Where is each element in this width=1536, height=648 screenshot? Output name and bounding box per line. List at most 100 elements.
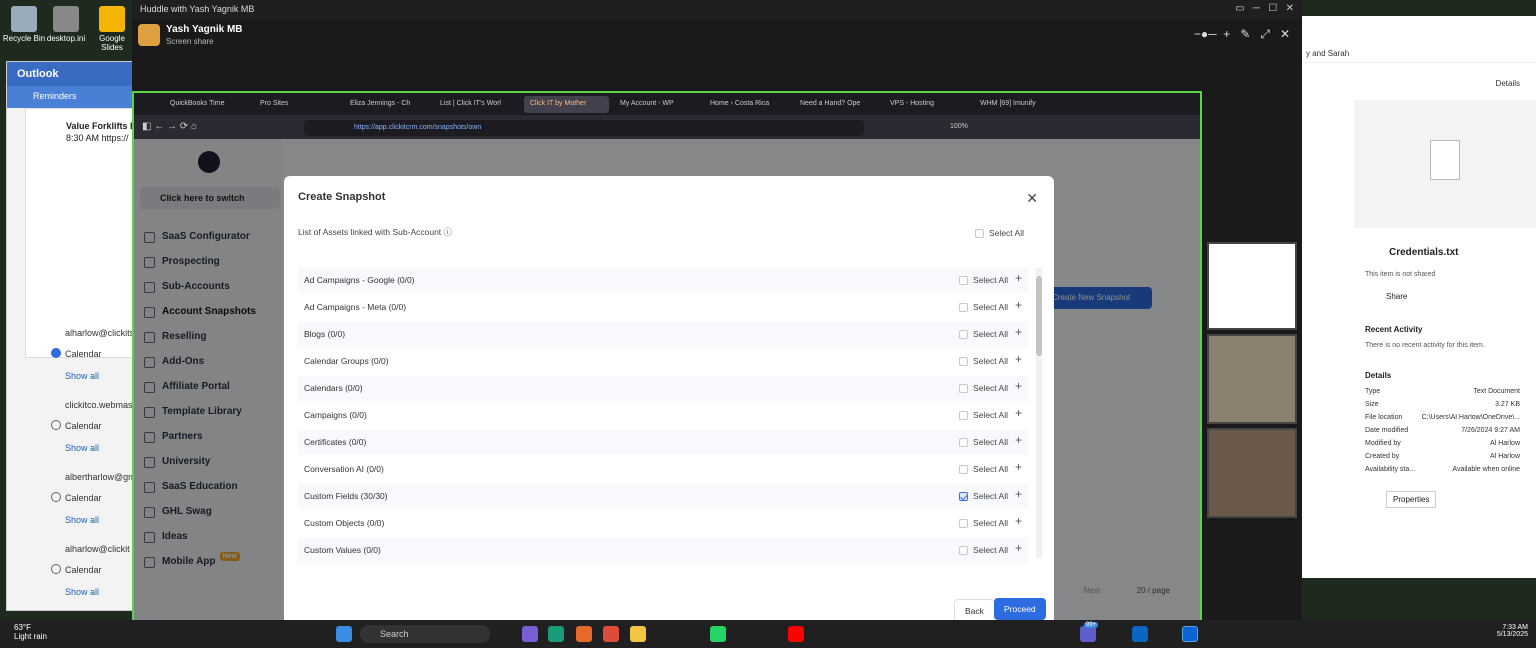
checkbox[interactable] <box>959 384 969 394</box>
row-select-all[interactable]: Select All <box>959 302 1008 313</box>
firefox-icon[interactable] <box>576 626 592 642</box>
expand-plus-icon[interactable]: + <box>1015 541 1022 555</box>
asset-row: Campaigns (0/0) Select All + <box>304 406 1022 421</box>
avatar <box>138 24 160 46</box>
tab-need-hand[interactable]: Need a Hand? Ope <box>794 96 879 113</box>
calendar-label: Calendar <box>65 349 102 359</box>
modal-subtitle: List of Assets linked with Sub-Account ⓘ <box>298 227 453 237</box>
edge-icon[interactable] <box>548 626 564 642</box>
row-select-all[interactable]: Select All <box>959 518 1008 529</box>
show-all-link[interactable]: Show all <box>65 443 99 453</box>
details-toggle[interactable]: Details <box>1496 79 1520 88</box>
expand-plus-icon[interactable]: + <box>1015 271 1022 285</box>
tab-list[interactable]: List | Click IT's Worl <box>434 96 519 113</box>
checkbox[interactable] <box>959 519 969 529</box>
row-select-all[interactable]: Select All <box>959 545 1008 556</box>
weather-widget[interactable]: 63°F Light rain <box>14 623 47 641</box>
expand-plus-icon[interactable]: + <box>1015 325 1022 339</box>
tab-vps[interactable]: VPS - Hosting <box>884 96 969 113</box>
row-select-all[interactable]: Select All <box>959 275 1008 286</box>
modal-scrollbar[interactable] <box>1036 268 1042 558</box>
account-name[interactable]: alharlow@clickits <box>65 328 134 338</box>
show-all-link[interactable]: Show all <box>65 515 99 525</box>
expand-plus-icon[interactable]: + <box>1015 406 1022 420</box>
teams-icon[interactable] <box>1080 626 1096 642</box>
desktop-icon-desktop-ini[interactable]: desktop.ini <box>42 6 90 43</box>
select-all-global[interactable]: Select All <box>975 228 1024 239</box>
expand-plus-icon[interactable]: + <box>1015 487 1022 501</box>
show-all-link[interactable]: Show all <box>65 371 99 381</box>
calendar-radio-icon[interactable] <box>51 564 61 574</box>
checkbox[interactable] <box>959 357 969 367</box>
address-input[interactable]: https://app.clickitcrm.com/snapshots/own <box>304 120 864 136</box>
expand-plus-icon[interactable]: + <box>1015 379 1022 393</box>
app-icon[interactable] <box>522 626 538 642</box>
scroll-thumb[interactable] <box>1036 276 1042 356</box>
close-icon[interactable]: ✕ <box>1026 190 1038 207</box>
asset-row: Calendar Groups (0/0) Select All + <box>304 352 1022 367</box>
expand-plus-icon[interactable]: + <box>1015 433 1022 447</box>
tab-my-account[interactable]: My Account - WP <box>614 96 699 113</box>
linkedin-icon[interactable] <box>1132 626 1148 642</box>
row-select-all[interactable]: Select All <box>959 464 1008 475</box>
tab-eliza[interactable]: Eliza Jennings - Ch <box>344 96 429 113</box>
row-select-all[interactable]: Select All <box>959 383 1008 394</box>
checkbox[interactable] <box>959 411 969 421</box>
tab-costa-rica[interactable]: Home › Costa Rica <box>704 96 789 113</box>
tab-pro-sites[interactable]: Pro Sites <box>254 96 339 113</box>
clock[interactable]: 7:33 AM 5/13/2025 <box>1497 624 1528 638</box>
checkbox-checked[interactable] <box>959 492 969 502</box>
desktop-icon-google-slides[interactable]: Google Slides <box>88 6 136 52</box>
reminder-card[interactable]: Value Forklifts Bi- 8:30 AM https:// <box>25 108 145 358</box>
expand-plus-icon[interactable]: + <box>1015 460 1022 474</box>
tab-whm[interactable]: WHM [69] Imunify <box>974 96 1059 113</box>
folder-icon[interactable] <box>630 626 646 642</box>
row-select-all[interactable]: Select All <box>959 491 1008 502</box>
youtube-icon[interactable] <box>788 626 804 642</box>
checkbox[interactable] <box>959 330 969 340</box>
calendar-radio-icon[interactable] <box>51 420 61 430</box>
row-select-all[interactable]: Select All <box>959 356 1008 367</box>
asset-row: Ad Campaigns - Meta (0/0) Select All + <box>304 298 1022 313</box>
expand-plus-icon[interactable]: + <box>1015 352 1022 366</box>
expand-plus-icon[interactable]: + <box>1015 298 1022 312</box>
account-name[interactable]: clickitco.webmast <box>65 400 135 410</box>
whatsapp-icon[interactable] <box>710 626 726 642</box>
row-select-all[interactable]: Select All <box>959 410 1008 421</box>
desktop-icon-recycle-bin[interactable]: Recycle Bin <box>0 6 48 43</box>
window-controls[interactable]: ▭ ─ ☐ ✕ <box>1235 3 1294 14</box>
prop-label: Size <box>1365 401 1379 408</box>
account-name[interactable]: alharlow@clickit <box>65 544 130 554</box>
huddle-controls[interactable]: −●─ + ✎ ⤢ ✕ <box>1194 27 1290 42</box>
checkbox[interactable] <box>959 546 969 556</box>
calendar-label: Calendar <box>65 421 102 431</box>
account-name[interactable]: albertharlow@gm <box>65 472 136 482</box>
info-icon: ⓘ <box>443 227 453 237</box>
outlook-icon[interactable] <box>1182 626 1198 642</box>
calendar-radio-icon[interactable] <box>51 492 61 502</box>
row-select-all[interactable]: Select All <box>959 329 1008 340</box>
checkbox[interactable] <box>959 276 969 286</box>
video-tile-screen[interactable] <box>1207 242 1297 330</box>
show-all-link[interactable]: Show all <box>65 587 99 597</box>
video-tile-participant[interactable] <box>1207 334 1297 424</box>
calendar-checked-icon[interactable] <box>51 348 61 358</box>
checkbox[interactable] <box>975 229 985 239</box>
share-button[interactable]: Share <box>1386 292 1407 301</box>
asset-row: Conversation AI (0/0) Select All + <box>304 460 1022 475</box>
checkbox[interactable] <box>959 465 969 475</box>
zoom-level[interactable]: 100% <box>950 123 968 130</box>
chrome-icon[interactable] <box>603 626 619 642</box>
expand-plus-icon[interactable]: + <box>1015 514 1022 528</box>
start-icon[interactable] <box>336 626 352 642</box>
search-input[interactable]: Search <box>360 625 490 643</box>
checkbox[interactable] <box>959 303 969 313</box>
properties-button[interactable]: Properties <box>1386 491 1437 508</box>
proceed-button[interactable]: Proceed <box>994 598 1046 620</box>
row-select-all[interactable]: Select All <box>959 437 1008 448</box>
tab-quickbooks[interactable]: QuickBooks Time <box>164 96 249 113</box>
video-tile-participant[interactable] <box>1207 428 1297 518</box>
nav-buttons[interactable]: ◧ ← → ⟳ ⌂ <box>142 121 197 132</box>
tab-clickit-active[interactable]: Click IT by Mother <box>524 96 609 113</box>
checkbox[interactable] <box>959 438 969 448</box>
